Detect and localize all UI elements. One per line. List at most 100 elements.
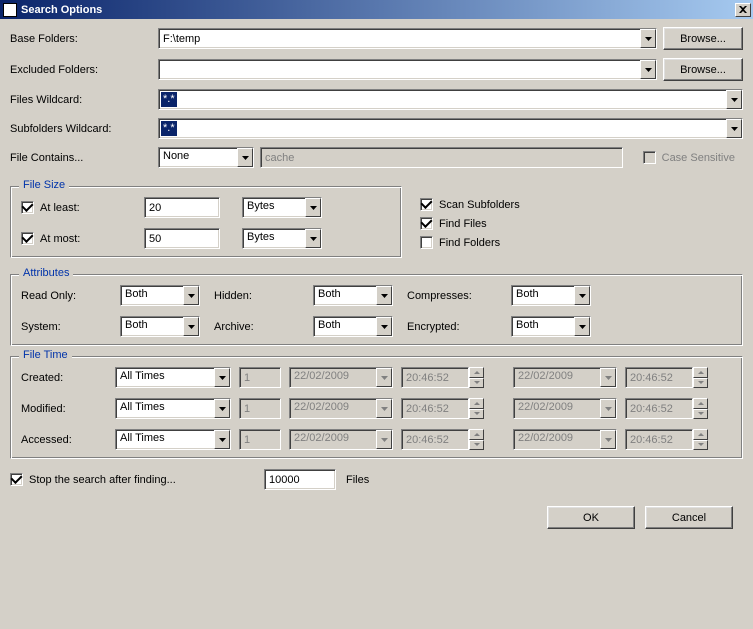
find-files-checkbox[interactable]: Find Files	[420, 217, 520, 230]
at-least-checkbox[interactable]: At least:	[21, 201, 136, 214]
archive-combo[interactable]: Both	[313, 316, 393, 337]
accessed-time-to[interactable]	[625, 429, 693, 450]
attributes-legend: Attributes	[19, 267, 73, 279]
chevron-down-icon[interactable]	[237, 148, 253, 167]
created-mode-combo[interactable]: All Times	[115, 367, 231, 388]
chevron-down-icon[interactable]	[305, 198, 321, 217]
chevron-down-icon[interactable]	[183, 286, 199, 305]
read-only-label: Read Only:	[21, 290, 116, 302]
created-time-to[interactable]	[625, 367, 693, 388]
window-title: Search Options	[21, 4, 735, 16]
system-label: System:	[21, 321, 116, 333]
excluded-folders-label: Excluded Folders:	[10, 64, 158, 76]
excluded-folders-input[interactable]	[159, 60, 640, 79]
modified-date-from[interactable]: 22/02/2009	[289, 398, 393, 419]
base-folders-combo[interactable]	[158, 28, 657, 49]
created-time-from[interactable]	[401, 367, 469, 388]
cancel-button[interactable]: Cancel	[645, 506, 733, 529]
browse-base-button[interactable]: Browse...	[663, 27, 743, 50]
chevron-down-icon[interactable]	[376, 430, 392, 449]
spin-buttons[interactable]	[469, 398, 484, 419]
chevron-down-icon[interactable]	[376, 368, 392, 387]
browse-excluded-button[interactable]: Browse...	[663, 58, 743, 81]
spin-buttons[interactable]	[693, 398, 708, 419]
chevron-down-icon[interactable]	[574, 317, 590, 336]
modified-date-to[interactable]: 22/02/2009	[513, 398, 617, 419]
accessed-label: Accessed:	[21, 434, 111, 446]
chevron-down-icon[interactable]	[726, 90, 742, 109]
spin-buttons[interactable]	[693, 429, 708, 450]
accessed-time-from[interactable]	[401, 429, 469, 450]
base-folders-label: Base Folders:	[10, 33, 158, 45]
excluded-folders-combo[interactable]	[158, 59, 657, 80]
file-contains-label: File Contains...	[10, 152, 158, 164]
system-combo[interactable]: Both	[120, 316, 200, 337]
stop-after-value-input[interactable]	[264, 469, 336, 490]
scan-subfolders-checkbox[interactable]: Scan Subfolders	[420, 198, 520, 211]
accessed-date-to[interactable]: 22/02/2009	[513, 429, 617, 450]
chevron-down-icon[interactable]	[305, 229, 321, 248]
chevron-down-icon[interactable]	[726, 119, 742, 138]
created-label: Created:	[21, 372, 111, 384]
find-folders-checkbox[interactable]: Find Folders	[420, 236, 520, 249]
subfolders-wildcard-value[interactable]: *.*	[161, 121, 177, 136]
files-wildcard-combo[interactable]: *.*	[158, 89, 743, 110]
at-least-value-input[interactable]	[144, 197, 220, 218]
accessed-mode-combo[interactable]: All Times	[115, 429, 231, 450]
file-time-legend: File Time	[19, 349, 72, 361]
at-most-value-input[interactable]	[144, 228, 220, 249]
modified-label: Modified:	[21, 403, 111, 415]
chevron-down-icon[interactable]	[600, 368, 616, 387]
close-button[interactable]	[735, 3, 751, 17]
chevron-down-icon[interactable]	[640, 29, 656, 48]
created-date-to[interactable]: 22/02/2009	[513, 367, 617, 388]
created-num-input[interactable]	[239, 367, 281, 388]
archive-label: Archive:	[214, 321, 309, 333]
accessed-num-input[interactable]	[239, 429, 281, 450]
files-wildcard-value[interactable]: *.*	[161, 92, 177, 107]
stop-after-checkbox[interactable]: Stop the search after finding...	[10, 473, 264, 486]
files-wildcard-label: Files Wildcard:	[10, 94, 158, 106]
accessed-date-from[interactable]: 22/02/2009	[289, 429, 393, 450]
file-contains-mode-combo[interactable]: None	[158, 147, 254, 168]
chevron-down-icon[interactable]	[376, 317, 392, 336]
subfolders-wildcard-combo[interactable]: *.*	[158, 118, 743, 139]
chevron-down-icon[interactable]	[574, 286, 590, 305]
app-icon	[3, 3, 17, 17]
modified-mode-combo[interactable]: All Times	[115, 398, 231, 419]
modified-num-input[interactable]	[239, 398, 281, 419]
compresses-label: Compresses:	[407, 290, 507, 302]
chevron-down-icon[interactable]	[214, 399, 230, 418]
created-date-from[interactable]: 22/02/2009	[289, 367, 393, 388]
subfolders-wildcard-label: Subfolders Wildcard:	[10, 123, 158, 135]
case-sensitive-checkbox[interactable]: Case Sensitive	[643, 151, 735, 164]
base-folders-input[interactable]	[159, 29, 640, 48]
hidden-label: Hidden:	[214, 290, 309, 302]
chevron-down-icon[interactable]	[600, 399, 616, 418]
file-contains-input[interactable]	[260, 147, 623, 168]
titlebar: Search Options	[0, 0, 753, 19]
chevron-down-icon[interactable]	[376, 399, 392, 418]
ok-button[interactable]: OK	[547, 506, 635, 529]
compresses-combo[interactable]: Both	[511, 285, 591, 306]
chevron-down-icon[interactable]	[214, 430, 230, 449]
modified-time-to[interactable]	[625, 398, 693, 419]
hidden-combo[interactable]: Both	[313, 285, 393, 306]
spin-buttons[interactable]	[469, 367, 484, 388]
encrypted-combo[interactable]: Both	[511, 316, 591, 337]
chevron-down-icon[interactable]	[214, 368, 230, 387]
at-most-unit-combo[interactable]: Bytes	[242, 228, 322, 249]
encrypted-label: Encrypted:	[407, 321, 507, 333]
at-least-unit-combo[interactable]: Bytes	[242, 197, 322, 218]
file-size-legend: File Size	[19, 179, 69, 191]
chevron-down-icon[interactable]	[183, 317, 199, 336]
stop-after-unit: Files	[346, 474, 369, 486]
at-most-checkbox[interactable]: At most:	[21, 232, 136, 245]
chevron-down-icon[interactable]	[600, 430, 616, 449]
chevron-down-icon[interactable]	[640, 60, 656, 79]
chevron-down-icon[interactable]	[376, 286, 392, 305]
spin-buttons[interactable]	[693, 367, 708, 388]
read-only-combo[interactable]: Both	[120, 285, 200, 306]
modified-time-from[interactable]	[401, 398, 469, 419]
spin-buttons[interactable]	[469, 429, 484, 450]
